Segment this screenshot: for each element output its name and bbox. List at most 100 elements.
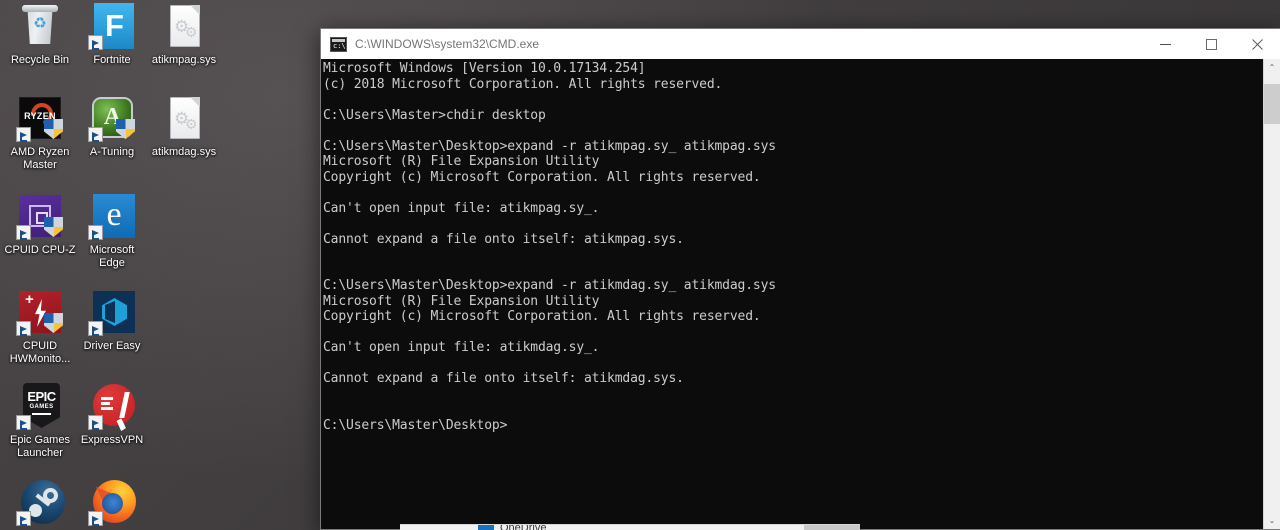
- epic-games-icon: EPIC GAMES: [16, 382, 64, 430]
- sys-file-icon: ⚙ ⚙: [160, 2, 208, 50]
- console-line: (c) 2018 Microsoft Corporation. All righ…: [323, 76, 723, 92]
- recycle-bin-icon: ♻: [16, 2, 64, 50]
- desktop-background[interactable]: ♻ Recycle Bin F Fortnite ⚙ ⚙ atikmpag.sys R…: [0, 0, 1280, 530]
- check-icon: [108, 392, 130, 418]
- desktop-icon-label: Driver Easy: [83, 340, 141, 352]
- sliver-right-panel: [804, 525, 860, 530]
- cmd-console-output[interactable]: Microsoft Windows [Version 10.0.17134.25…: [321, 59, 1263, 529]
- desktop-icon[interactable]: + CPUID HWMonito...: [4, 288, 76, 365]
- console-line: C:\Users\Master>chdir desktop: [323, 107, 546, 123]
- shortcut-arrow-icon: [16, 127, 31, 142]
- onedrive-icon: [478, 525, 494, 530]
- cmd-body: Microsoft Windows [Version 10.0.17134.25…: [321, 59, 1280, 529]
- scroll-up-arrow-icon[interactable]: ⌃: [1264, 59, 1280, 76]
- file-page: ⚙ ⚙: [170, 97, 200, 139]
- desktop-icon[interactable]: [4, 478, 76, 530]
- desktop-icon-label: AMD Ryzen Master: [10, 146, 70, 171]
- desktop-icon[interactable]: e Microsoft Edge: [76, 192, 148, 269]
- desktop-icon[interactable]: CPUID CPU-Z: [4, 192, 76, 257]
- recycle-symbol: ♻: [33, 15, 47, 32]
- minimize-glyph: [1159, 43, 1171, 45]
- shortcut-arrow-icon: [16, 225, 31, 240]
- cpuid-cpuz-icon: [16, 192, 64, 240]
- console-line: C:\Users\Master\Desktop>expand -r atikmp…: [323, 138, 776, 154]
- desktop-icon[interactable]: ExpressVPN: [76, 382, 148, 447]
- cmd-icon: [330, 36, 347, 52]
- console-line: Microsoft (R) File Expansion Utility: [323, 293, 600, 309]
- cpuid-hwmonitor-icon: +: [16, 288, 64, 336]
- gear-icon: ⚙: [185, 116, 198, 132]
- desktop-icon-label: atikmpag.sys: [151, 54, 217, 66]
- console-line: C:\Users\Master\Desktop>expand -r atikmd…: [323, 278, 776, 293]
- desktop-icon[interactable]: A A-Tuning: [76, 94, 148, 159]
- shortcut-arrow-icon: [88, 127, 103, 142]
- fortnite-icon: F: [88, 2, 136, 50]
- console-line: Can't open input file: atikmpag.sy_.: [323, 200, 600, 216]
- amd-ryzen-master-icon: RYZEN: [16, 94, 64, 142]
- recycle-lid: [22, 5, 58, 12]
- file-fold: [190, 5, 200, 15]
- cmd-window-title: C:\WINDOWS\system32\CMD.exe: [355, 37, 540, 51]
- minimize-button[interactable]: [1142, 29, 1188, 59]
- desktop-icon[interactable]: ⚙ ⚙ atikmdag.sys: [148, 94, 220, 159]
- console-line: Microsoft Windows [Version 10.0.17134.25…: [323, 61, 646, 76]
- plus-icon: +: [25, 291, 34, 308]
- expressvpn-icon: [88, 382, 136, 430]
- desktop-icon-label: Microsoft Edge: [89, 244, 135, 269]
- desktop-icon[interactable]: ♻ Recycle Bin: [4, 2, 76, 67]
- shortcut-arrow-icon: [88, 321, 103, 336]
- desktop-icon[interactable]: F Fortnite: [76, 2, 148, 67]
- file-page: ⚙ ⚙: [170, 5, 200, 47]
- desktop-icon-grid: ♻ Recycle Bin F Fortnite ⚙ ⚙ atikmpag.sys R…: [0, 0, 220, 530]
- scrollbar-thumb[interactable]: [1264, 84, 1280, 124]
- desktop-icon-label: ExpressVPN: [80, 434, 144, 446]
- maximize-button[interactable]: [1188, 29, 1234, 59]
- a-tuning-icon: A: [88, 94, 136, 142]
- scrollbar-track[interactable]: [1264, 76, 1280, 512]
- hexagon-icon: [102, 298, 127, 326]
- close-button[interactable]: [1234, 29, 1280, 59]
- desktop-icon-label: Fortnite: [93, 54, 131, 66]
- scroll-down-arrow-icon[interactable]: ⌄: [1264, 512, 1280, 529]
- desktop-icon[interactable]: ⚙ ⚙ atikmpag.sys: [148, 2, 220, 67]
- driver-easy-icon: [88, 288, 136, 336]
- desktop-icon[interactable]: EPIC GAMES Epic Games Launcher: [4, 382, 76, 459]
- console-line: Cannot expand a file onto itself: atikmd…: [323, 371, 684, 386]
- shortcut-arrow-icon: [88, 415, 103, 430]
- cmd-scrollbar[interactable]: ⌃ ⌄: [1263, 59, 1280, 529]
- onedrive-label: OneDrive: [500, 524, 547, 530]
- desktop-icon-label: CPUID HWMonito...: [9, 340, 71, 365]
- steam-ring: [43, 488, 58, 503]
- shortcut-arrow-icon: [16, 511, 31, 526]
- desktop-icon-label: atikmdag.sys: [151, 146, 217, 158]
- firefox-globe: [102, 493, 123, 514]
- gear-icon: ⚙: [185, 24, 198, 40]
- background-window-sliver[interactable]: OneDrive: [400, 524, 860, 530]
- desktop-icon[interactable]: Driver Easy: [76, 288, 148, 353]
- desktop-icon-label: Epic Games Launcher: [10, 434, 70, 459]
- close-icon: [1251, 38, 1263, 50]
- firefox-icon: [88, 478, 136, 526]
- shortcut-arrow-icon: [88, 511, 103, 526]
- desktop-icon-label: CPUID CPU-Z: [4, 244, 76, 256]
- console-line: Cannot expand a file onto itself: atikmp…: [323, 231, 684, 247]
- shortcut-arrow-icon: [88, 35, 103, 50]
- desktop-icon-label: Recycle Bin: [10, 54, 70, 66]
- steam-icon: [16, 478, 65, 526]
- console-line: Can't open input file: atikmdag.sy_.: [323, 340, 600, 355]
- cmd-title-bar[interactable]: C:\WINDOWS\system32\CMD.exe: [321, 29, 1280, 59]
- console-line: Copyright (c) Microsoft Corporation. All…: [323, 169, 761, 185]
- desktop-icon[interactable]: [76, 478, 148, 530]
- maximize-glyph: [1205, 38, 1217, 50]
- cmd-window[interactable]: C:\WINDOWS\system32\CMD.exe Microsoft Wi…: [320, 28, 1280, 530]
- desktop-icon[interactable]: RYZEN AMD Ryzen Master: [4, 94, 76, 171]
